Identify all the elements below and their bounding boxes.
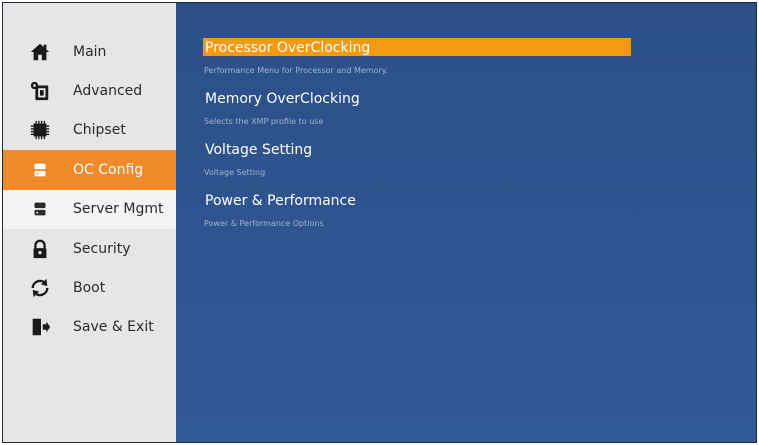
sidebar-item-server-mgmt[interactable]: Server Mgmt xyxy=(3,189,176,229)
server-icon xyxy=(27,157,53,183)
sidebar-item-advanced[interactable]: Advanced xyxy=(3,71,176,110)
lock-icon xyxy=(27,236,53,262)
exit-icon xyxy=(27,314,53,340)
menu-item-power-performance[interactable]: Power & Performance Power & Performance … xyxy=(203,191,631,233)
sidebar-item-label: Boot xyxy=(73,280,106,297)
sidebar-item-save-exit[interactable]: Save & Exit xyxy=(3,308,176,347)
sidebar-item-boot[interactable]: Boot xyxy=(3,268,176,307)
sidebar-item-security[interactable]: Security xyxy=(3,229,176,268)
sidebar-item-label: Server Mgmt xyxy=(73,201,164,218)
home-icon xyxy=(27,39,53,65)
sidebar: Main Advanced Chipset OC Config Server M… xyxy=(3,3,176,442)
sidebar-item-main[interactable]: Main xyxy=(3,32,176,71)
menu-item-memory-overclocking[interactable]: Memory OverClocking Selects the XMP prof… xyxy=(203,89,631,131)
menu-item-title: Power & Performance xyxy=(205,193,356,209)
sidebar-item-label: Advanced xyxy=(73,83,143,100)
menu-item-title: Voltage Setting xyxy=(205,142,313,158)
menu-item-processor-overclocking[interactable]: Processor OverClocking Performance Menu … xyxy=(203,38,631,80)
menu-item-description: Power & Performance Options xyxy=(204,219,324,228)
chip-icon xyxy=(27,117,53,143)
sidebar-item-label: Security xyxy=(73,240,131,257)
sidebar-item-chipset[interactable]: Chipset xyxy=(3,111,176,150)
sidebar-item-label: Main xyxy=(73,43,107,60)
sidebar-item-label: Chipset xyxy=(73,122,126,139)
menu-item-title: Memory OverClocking xyxy=(205,91,360,107)
menu-item-voltage-setting[interactable]: Voltage Setting Voltage Setting xyxy=(203,140,631,182)
menu-item-description: Performance Menu for Processor and Memor… xyxy=(204,66,388,75)
main-panel: Processor OverClocking Performance Menu … xyxy=(176,3,756,442)
menu-item-title: Processor OverClocking xyxy=(203,38,631,56)
menu-item-description: Selects the XMP profile to use xyxy=(204,117,324,126)
server-icon xyxy=(27,196,53,222)
refresh-icon xyxy=(27,275,53,301)
sidebar-item-label: OC Config xyxy=(73,161,144,178)
menu-item-description: Voltage Setting xyxy=(204,168,266,177)
gear-icon xyxy=(27,78,53,104)
bios-screen: Main Advanced Chipset OC Config Server M… xyxy=(2,2,757,443)
sidebar-item-oc-config[interactable]: OC Config xyxy=(3,150,176,190)
sidebar-item-label: Save & Exit xyxy=(73,319,154,336)
